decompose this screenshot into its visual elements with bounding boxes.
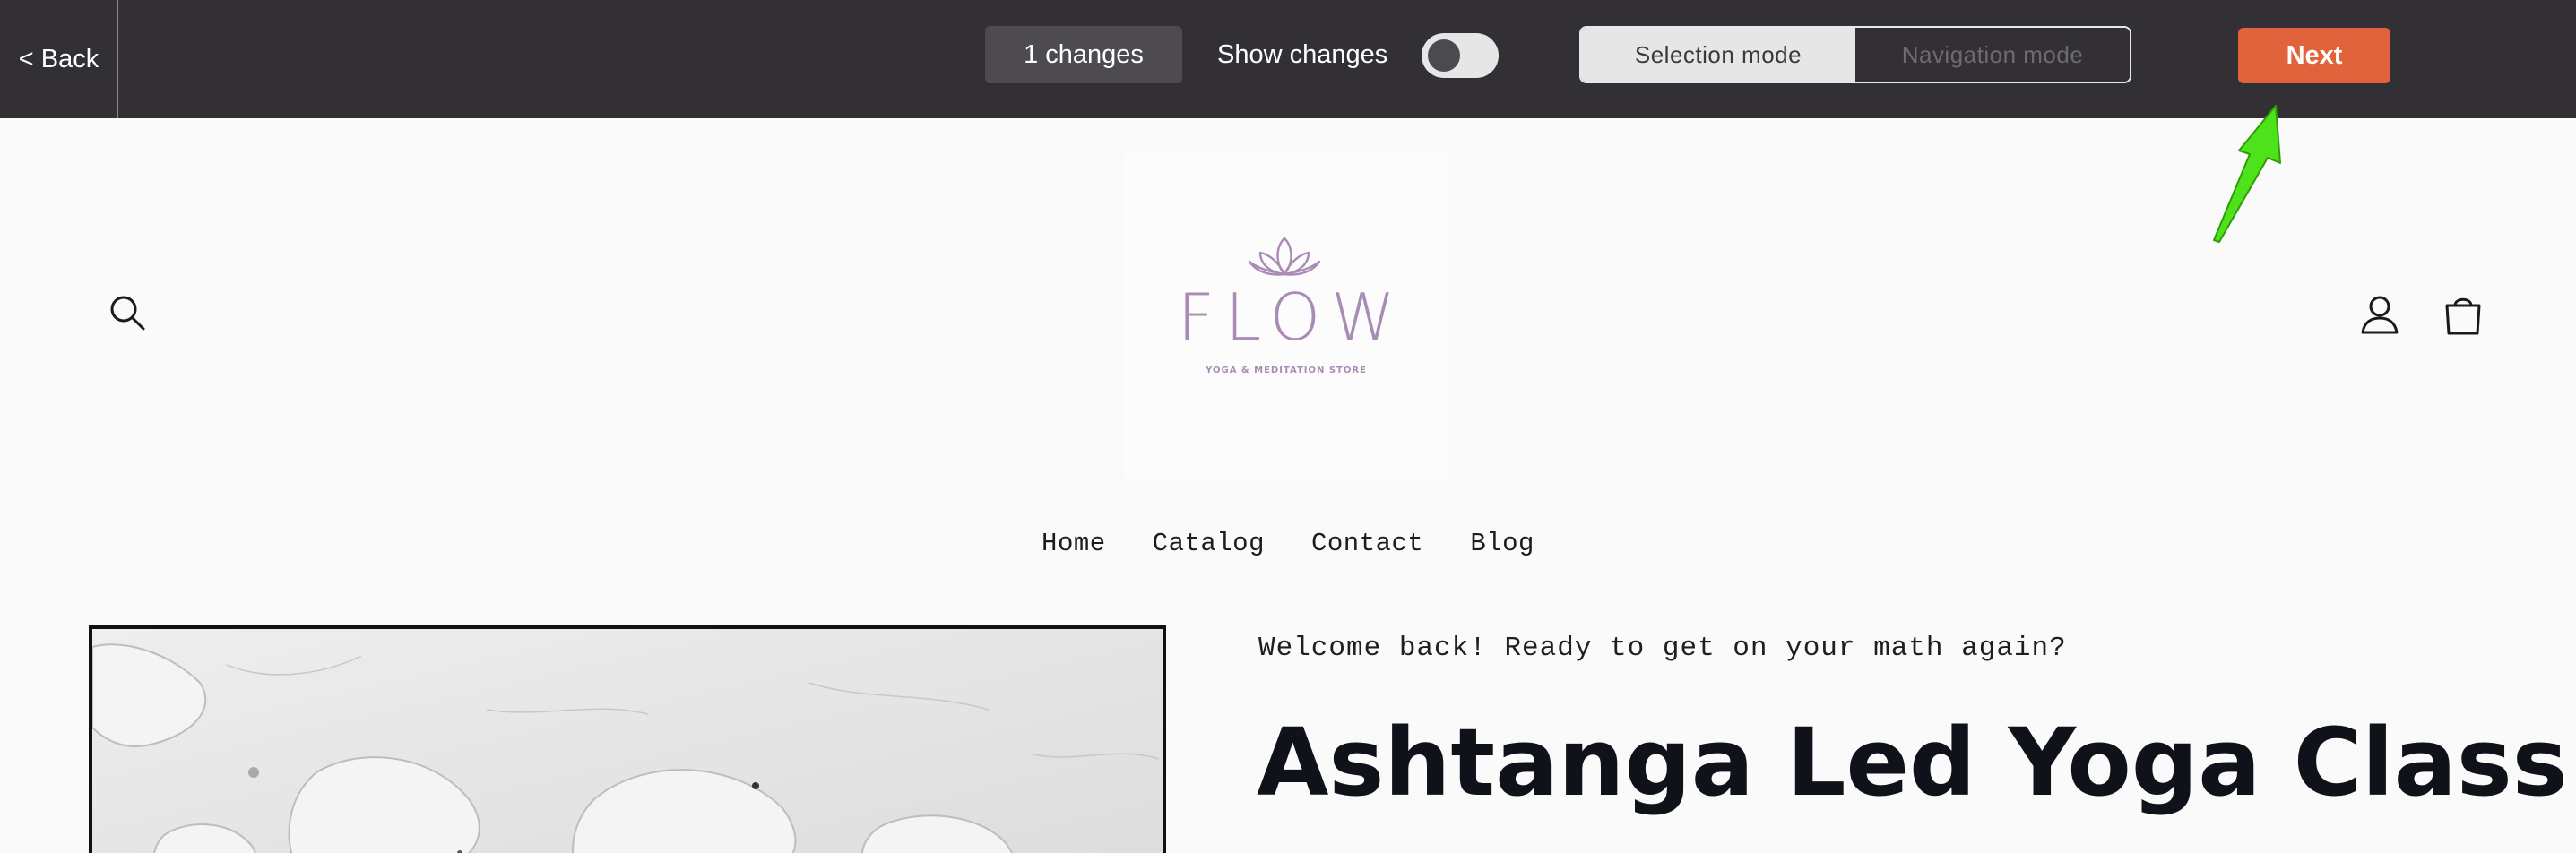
next-button[interactable]: Next <box>2238 28 2390 83</box>
welcome-message: Welcome back! Ready to get on your math … <box>1258 633 2067 664</box>
logo-tagline: YOGA & MEDITATION STORE <box>1206 366 1367 375</box>
back-button[interactable]: < Back <box>0 0 118 118</box>
account-icon[interactable] <box>2357 293 2402 338</box>
nav-link-blog[interactable]: Blog <box>1470 529 1534 558</box>
selection-mode-button[interactable]: Selection mode <box>1581 28 1855 82</box>
cart-icon[interactable] <box>2440 292 2486 339</box>
nav-link-home[interactable]: Home <box>1042 529 1106 558</box>
search-icon[interactable] <box>106 291 151 336</box>
show-changes-toggle[interactable] <box>1422 33 1499 78</box>
nav-link-catalog[interactable]: Catalog <box>1153 529 1265 558</box>
store-logo[interactable]: FLOW YOGA & MEDITATION STORE <box>1124 154 1448 478</box>
toggle-knob <box>1428 39 1460 72</box>
editor-toolbar: < Back 1 changes Show changes Selection … <box>0 0 2576 118</box>
mode-switch: Selection mode Navigation mode <box>1579 26 2131 83</box>
main-navigation: Home Catalog Contact Blog <box>0 529 2576 558</box>
nav-link-contact[interactable]: Contact <box>1311 529 1423 558</box>
lotus-icon <box>1248 237 1321 276</box>
show-changes-label: Show changes <box>1217 39 1388 69</box>
annotation-arrow-icon <box>2213 105 2281 243</box>
product-title: Ashtanga Led Yoga Class <box>1257 708 2568 817</box>
product-image[interactable] <box>89 625 1166 853</box>
changes-count-button[interactable]: 1 changes <box>985 26 1182 83</box>
navigation-mode-button[interactable]: Navigation mode <box>1855 28 2130 82</box>
logo-wordmark: FLOW <box>1177 280 1406 355</box>
